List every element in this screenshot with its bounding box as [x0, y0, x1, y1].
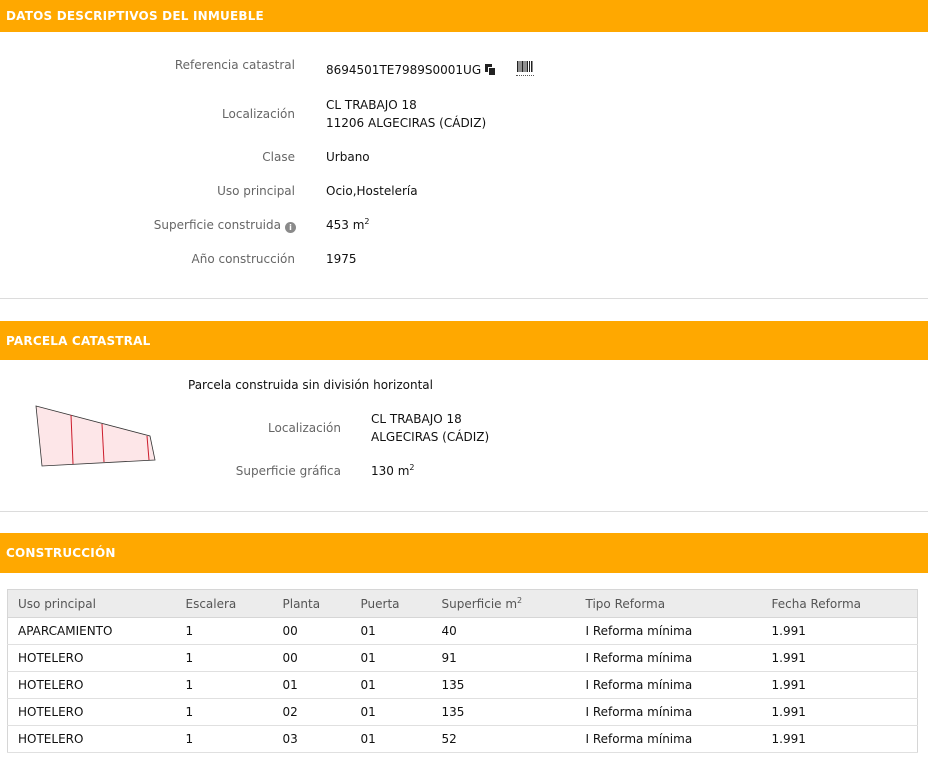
cell-escalera: 1: [175, 644, 273, 672]
section-divider: [0, 298, 928, 299]
cell-planta: 03: [272, 725, 351, 753]
cell-tipo-reforma: I Reforma mínima: [575, 644, 762, 672]
parcela-localizacion-line1: CL TRABAJO 18: [371, 412, 462, 426]
superficie-grafica-number: 130 m: [371, 464, 410, 478]
column-header-tipo-reforma[interactable]: Tipo Reforma: [575, 589, 762, 618]
parcela-subtitle: Parcela construida sin división horizont…: [188, 378, 433, 392]
section-divider: [0, 511, 928, 512]
cell-puerta: 01: [350, 644, 432, 672]
info-icon[interactable]: i: [285, 222, 296, 233]
cell-uso: HOTELERO: [7, 644, 176, 672]
cell-escalera: 1: [175, 671, 273, 699]
localizacion-label: Localización: [222, 107, 295, 121]
superficie-construida-number: 453 m: [326, 218, 365, 232]
cell-superficie: 91: [431, 644, 576, 672]
superficie-construida-label-text: Superficie construida: [153, 218, 281, 232]
column-header-puerta[interactable]: Puerta: [350, 589, 432, 618]
table-row: HOTELERO 1 02 01 135 I Reforma mínima 1.…: [7, 698, 918, 726]
parcela-localizacion-label: Localización: [268, 421, 341, 435]
referencia-catastral-label: Referencia catastral: [174, 58, 295, 72]
cell-escalera: 1: [175, 617, 273, 645]
cell-fecha-reforma: 1.991: [761, 644, 918, 672]
cell-planta: 00: [272, 644, 351, 672]
column-header-planta[interactable]: Planta: [272, 589, 351, 618]
section-header-construccion: CONSTRUCCIÓN: [0, 533, 928, 573]
cell-fecha-reforma: 1.991: [761, 725, 918, 753]
superficie-construida-label: Superficie construida i: [60, 218, 296, 233]
barcode-icon[interactable]: [516, 60, 534, 76]
column-header-uso[interactable]: Uso principal: [7, 589, 176, 618]
localizacion-line2: 11206 ALGECIRAS (CÁDIZ): [326, 116, 487, 130]
cell-uso: APARCAMIENTO: [7, 617, 176, 645]
cell-puerta: 01: [350, 671, 432, 699]
localizacion-line1: CL TRABAJO 18: [326, 98, 417, 112]
cell-escalera: 1: [175, 698, 273, 726]
column-header-superficie-exp: 2: [517, 595, 523, 605]
cell-fecha-reforma: 1.991: [761, 698, 918, 726]
parcela-localizacion-value: CL TRABAJO 18 ALGECIRAS (CÁDIZ): [371, 410, 489, 446]
cell-uso: HOTELERO: [7, 725, 176, 753]
cell-puerta: 01: [350, 725, 432, 753]
cell-uso: HOTELERO: [7, 671, 176, 699]
table-row: APARCAMIENTO 1 00 01 40 I Reforma mínima…: [7, 617, 918, 645]
cell-fecha-reforma: 1.991: [761, 671, 918, 699]
cell-tipo-reforma: I Reforma mínima: [575, 617, 762, 645]
cell-uso: HOTELERO: [7, 698, 176, 726]
cell-fecha-reforma: 1.991: [761, 617, 918, 645]
cell-escalera: 1: [175, 725, 273, 753]
superficie-grafica-exp: 2: [409, 463, 415, 472]
column-header-superficie-text: Superficie m: [441, 596, 518, 611]
uso-principal-label: Uso principal: [217, 184, 295, 198]
superficie-construida-exp: 2: [364, 217, 370, 226]
parcel-map[interactable]: [32, 400, 162, 473]
copy-icon[interactable]: [485, 64, 496, 75]
cell-tipo-reforma: I Reforma mínima: [575, 725, 762, 753]
table-header-row: Uso principal Escalera Planta Puerta Sup…: [7, 589, 918, 618]
parcela-localizacion-line2: ALGECIRAS (CÁDIZ): [371, 430, 490, 444]
cell-planta: 02: [272, 698, 351, 726]
cell-superficie: 40: [431, 617, 576, 645]
referencia-catastral-value: 8694501TE7989S0001UG: [326, 61, 496, 79]
cell-puerta: 01: [350, 617, 432, 645]
uso-principal-value: Ocio,Hostelería: [326, 184, 418, 198]
referencia-catastral-text: 8694501TE7989S0001UG: [326, 63, 482, 77]
parcel-shape: [35, 405, 156, 467]
construccion-table: Uso principal Escalera Planta Puerta Sup…: [7, 589, 918, 753]
section-header-parcela-catastral: PARCELA CATASTRAL: [0, 321, 928, 360]
cell-superficie: 52: [431, 725, 576, 753]
anio-construccion-label: Año construcción: [191, 252, 296, 266]
cell-planta: 00: [272, 617, 351, 645]
column-header-fecha-reforma[interactable]: Fecha Reforma: [761, 589, 918, 618]
clase-label: Clase: [262, 150, 295, 164]
superficie-grafica-label: Superficie gráfica: [235, 464, 341, 478]
anio-construccion-value: 1975: [326, 252, 357, 266]
localizacion-value: CL TRABAJO 18 11206 ALGECIRAS (CÁDIZ): [326, 96, 486, 132]
table-row: HOTELERO 1 01 01 135 I Reforma mínima 1.…: [7, 671, 918, 699]
clase-value: Urbano: [326, 150, 370, 164]
table-row: HOTELERO 1 00 01 91 I Reforma mínima 1.9…: [7, 644, 918, 672]
table-row: HOTELERO 1 03 01 52 I Reforma mínima 1.9…: [7, 725, 918, 753]
cell-puerta: 01: [350, 698, 432, 726]
cell-superficie: 135: [431, 698, 576, 726]
cell-tipo-reforma: I Reforma mínima: [575, 698, 762, 726]
cell-superficie: 135: [431, 671, 576, 699]
cell-tipo-reforma: I Reforma mínima: [575, 671, 762, 699]
section-header-datos-descriptivos: DATOS DESCRIPTIVOS DEL INMUEBLE: [0, 0, 928, 32]
superficie-construida-value: 453 m2: [326, 216, 370, 234]
column-header-superficie[interactable]: Superficie m2: [431, 589, 576, 618]
superficie-grafica-value: 130 m2: [371, 462, 415, 480]
column-header-escalera[interactable]: Escalera: [175, 589, 273, 618]
cell-planta: 01: [272, 671, 351, 699]
